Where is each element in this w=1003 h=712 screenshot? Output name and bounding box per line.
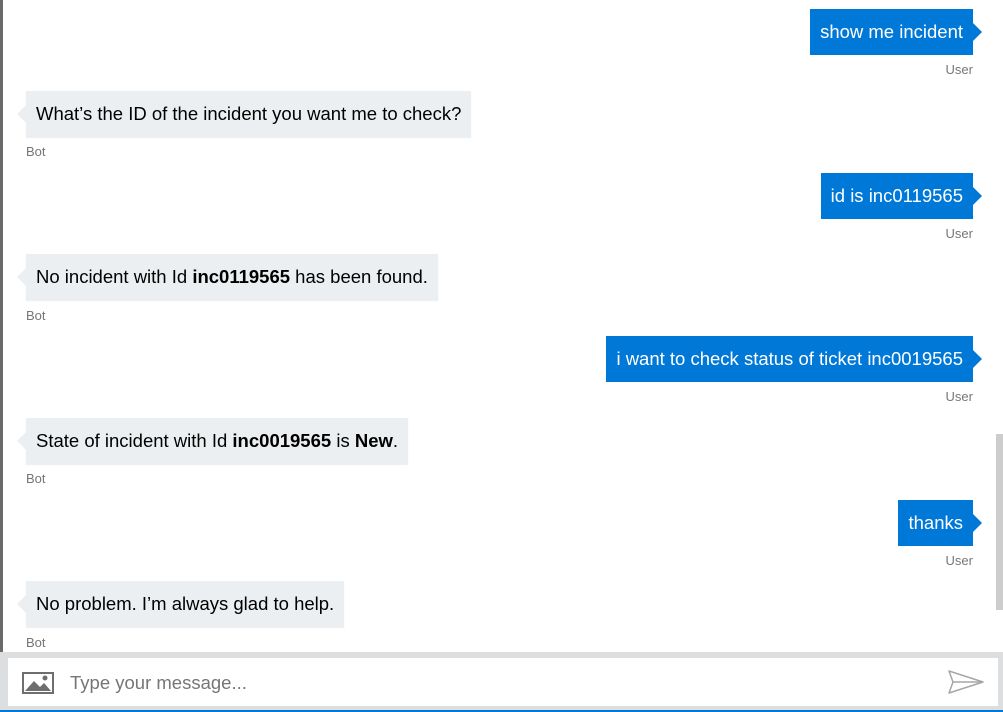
sender-label: User [945,62,973,77]
message-text: What’s the ID of the incident you want m… [36,103,462,124]
sender-label: Bot [26,471,46,486]
sender-label: Bot [26,144,46,159]
user-message: i want to check status of ticket inc0019… [606,336,982,382]
sender-label: User [945,389,973,404]
composer-inner [8,658,998,706]
incident-state: New [354,430,393,451]
bubble-tail [17,432,26,450]
message-text-part: has been found. [290,266,428,287]
user-message: show me incident [810,9,982,55]
message-text-part: State of incident with Id [36,430,233,451]
incident-id: inc0019565 [232,430,332,451]
bubble-tail [17,105,26,123]
message-text-part: is [331,430,355,451]
user-message: thanks [898,500,982,546]
user-message: id is inc0119565 [820,173,982,219]
bubble-tail [973,23,982,41]
bubble-tail [17,268,26,286]
sender-label: Bot [26,308,46,323]
message-text: thanks [908,512,963,533]
sender-label: User [945,226,973,241]
chat-window: show me incident User What’s the ID of t… [0,0,1003,712]
message-composer [0,652,1003,712]
message-text: i want to check status of ticket inc0019… [616,348,963,369]
message-text-part: No incident with Id [36,266,193,287]
incident-id: inc0119565 [192,266,291,287]
message-text-part: . [392,430,399,451]
bot-message: No incident with Id inc0119565 has been … [17,254,438,300]
window-border [0,0,3,712]
message-text: show me incident [820,21,963,42]
bot-message: What’s the ID of the incident you want m… [17,91,472,137]
bubble-tail [973,187,982,205]
scrollbar-thumb[interactable] [996,434,1003,610]
message-text: No problem. I’m always glad to help. [36,593,335,614]
bubble-tail [17,595,26,613]
bot-message: No problem. I’m always glad to help. [17,581,345,627]
bot-message: State of incident with Id inc0019565 is … [17,418,409,464]
image-upload-icon[interactable] [22,672,54,694]
sender-label: Bot [26,635,46,650]
send-icon[interactable] [948,670,984,694]
message-text: id is inc0119565 [830,185,963,206]
bubble-tail [973,514,982,532]
message-input[interactable] [68,666,912,700]
sender-label: User [945,553,973,568]
bubble-tail [973,350,982,368]
